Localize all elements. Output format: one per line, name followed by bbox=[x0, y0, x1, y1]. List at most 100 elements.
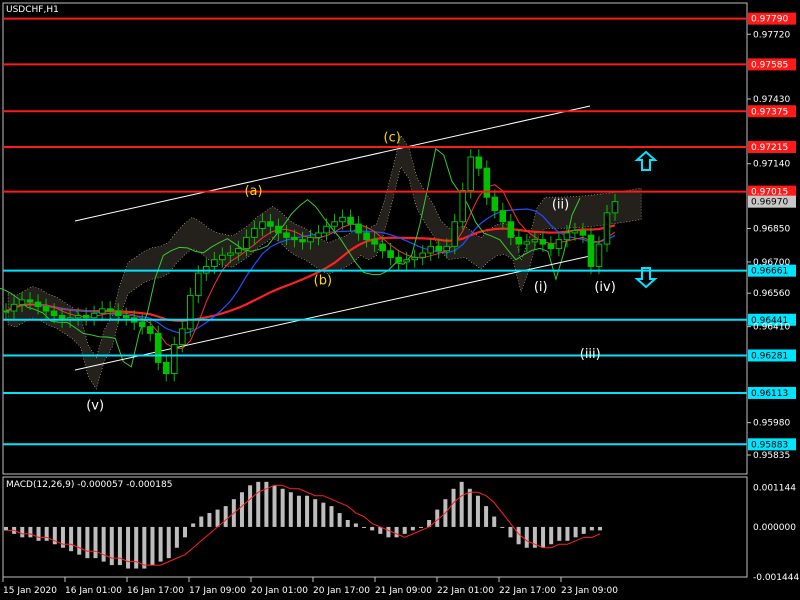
candle-body bbox=[235, 248, 242, 254]
candle-body bbox=[323, 225, 330, 234]
time-tick-label: 17 Jan 09:00 bbox=[189, 586, 246, 596]
candle-body bbox=[467, 156, 475, 192]
candle-body bbox=[339, 216, 346, 223]
macd-bar bbox=[256, 481, 261, 527]
candle-body bbox=[403, 259, 410, 263]
macd-bar bbox=[451, 488, 456, 527]
wave-label: (v) bbox=[86, 398, 104, 413]
resistance-level-1-tag-label: 0.97585 bbox=[751, 60, 788, 70]
macd-bar bbox=[337, 513, 342, 527]
candle-body bbox=[371, 239, 378, 245]
macd-tick-label: -0.001444 bbox=[753, 573, 799, 583]
wave-label: (iii) bbox=[580, 347, 601, 362]
candle-body bbox=[387, 250, 394, 258]
candle-body bbox=[259, 221, 266, 229]
macd-bar bbox=[36, 526, 41, 541]
candle-body bbox=[251, 227, 258, 238]
macd-bar bbox=[183, 526, 188, 538]
macd-bar bbox=[166, 526, 171, 559]
candle-body bbox=[138, 321, 146, 328]
macd-bar bbox=[191, 523, 196, 527]
resistance-level-3-tag-label: 0.97215 bbox=[751, 143, 788, 153]
macd-bar bbox=[484, 506, 489, 527]
candle-body bbox=[154, 332, 162, 363]
symbol-label: USDCHF,H1 bbox=[6, 5, 59, 15]
candle-body bbox=[18, 299, 26, 305]
time-tick-label: 23 Jan 09:00 bbox=[561, 586, 618, 596]
macd-bar bbox=[288, 492, 293, 527]
candle-body bbox=[10, 303, 18, 312]
candle-body bbox=[162, 361, 170, 375]
macd-bar bbox=[150, 526, 155, 566]
candle-body bbox=[355, 223, 362, 234]
macd-bar bbox=[305, 495, 310, 527]
macd-bar bbox=[248, 485, 253, 527]
macd-bar bbox=[109, 526, 114, 566]
candle-body bbox=[395, 256, 402, 263]
time-tick-label: 22 Jan 17:00 bbox=[499, 586, 556, 596]
candle-body bbox=[571, 230, 579, 234]
candle-body bbox=[547, 243, 555, 250]
candle-body bbox=[178, 328, 186, 346]
macd-bar bbox=[492, 516, 497, 527]
candle-body bbox=[483, 167, 491, 198]
candle-body bbox=[26, 299, 34, 303]
price-tick-label: 0.96560 bbox=[753, 289, 790, 299]
macd-bar bbox=[280, 488, 285, 527]
candle-body bbox=[211, 259, 218, 267]
macd-tick-label: 0.001144 bbox=[753, 483, 796, 493]
price-chart[interactable]: 0.977900.975850.973750.972150.970150.966… bbox=[0, 0, 800, 600]
macd-bar bbox=[549, 526, 554, 545]
macd-bar bbox=[573, 526, 578, 538]
macd-bar bbox=[589, 526, 594, 531]
macd-bar bbox=[410, 526, 415, 531]
candle-body bbox=[595, 243, 603, 267]
time-tick-label: 16 Jan 01:00 bbox=[65, 586, 122, 596]
candle-body bbox=[291, 236, 298, 241]
wave-label: (a) bbox=[244, 184, 262, 199]
price-tick-label: 0.96410 bbox=[753, 323, 790, 333]
support-level-2-tag-label: 0.96281 bbox=[751, 351, 788, 361]
candle-body bbox=[555, 239, 563, 250]
candle-body bbox=[363, 232, 370, 241]
candle-body bbox=[243, 236, 250, 250]
candle-body bbox=[2, 310, 10, 313]
macd-bar bbox=[524, 526, 529, 548]
macd-bar bbox=[313, 499, 318, 527]
candle-body bbox=[427, 245, 435, 254]
candle-body bbox=[531, 239, 539, 243]
macd-bar bbox=[174, 526, 179, 548]
wave-label: (i) bbox=[534, 280, 548, 295]
candle-body bbox=[603, 212, 611, 245]
time-axis: 15 Jan 2020 16 Jan 01:00 16 Jan 17:00 17 Ja… bbox=[2, 577, 618, 596]
candle-body bbox=[307, 236, 314, 243]
macd-bar bbox=[158, 526, 163, 562]
candle-body bbox=[42, 306, 50, 312]
candle-body bbox=[443, 245, 451, 252]
candle-body bbox=[50, 310, 58, 317]
macd-bar bbox=[598, 526, 602, 531]
macd-bar bbox=[4, 526, 8, 531]
macd-bar bbox=[345, 519, 350, 527]
wave-label: (b) bbox=[314, 273, 332, 288]
candle-body bbox=[523, 241, 531, 245]
candle-body bbox=[451, 221, 459, 247]
candle-body bbox=[507, 221, 515, 238]
candle-body bbox=[227, 252, 234, 256]
candle-body bbox=[331, 221, 338, 227]
macd-bar bbox=[459, 481, 464, 527]
candle-body bbox=[579, 230, 587, 236]
macd-bar bbox=[557, 526, 562, 541]
candle-body bbox=[379, 243, 386, 252]
macd-bar bbox=[215, 509, 220, 527]
candle-body bbox=[419, 252, 426, 258]
candle-body bbox=[475, 156, 483, 169]
time-tick-label: 15 Jan 2020 bbox=[3, 586, 57, 596]
candle-body bbox=[34, 301, 42, 308]
candle-body bbox=[411, 256, 418, 261]
macd-bar bbox=[321, 502, 326, 527]
candle-body bbox=[219, 254, 226, 261]
candle-body bbox=[170, 344, 178, 375]
support-level-0-tag-label: 0.96661 bbox=[751, 267, 788, 277]
candle-body bbox=[267, 221, 274, 227]
